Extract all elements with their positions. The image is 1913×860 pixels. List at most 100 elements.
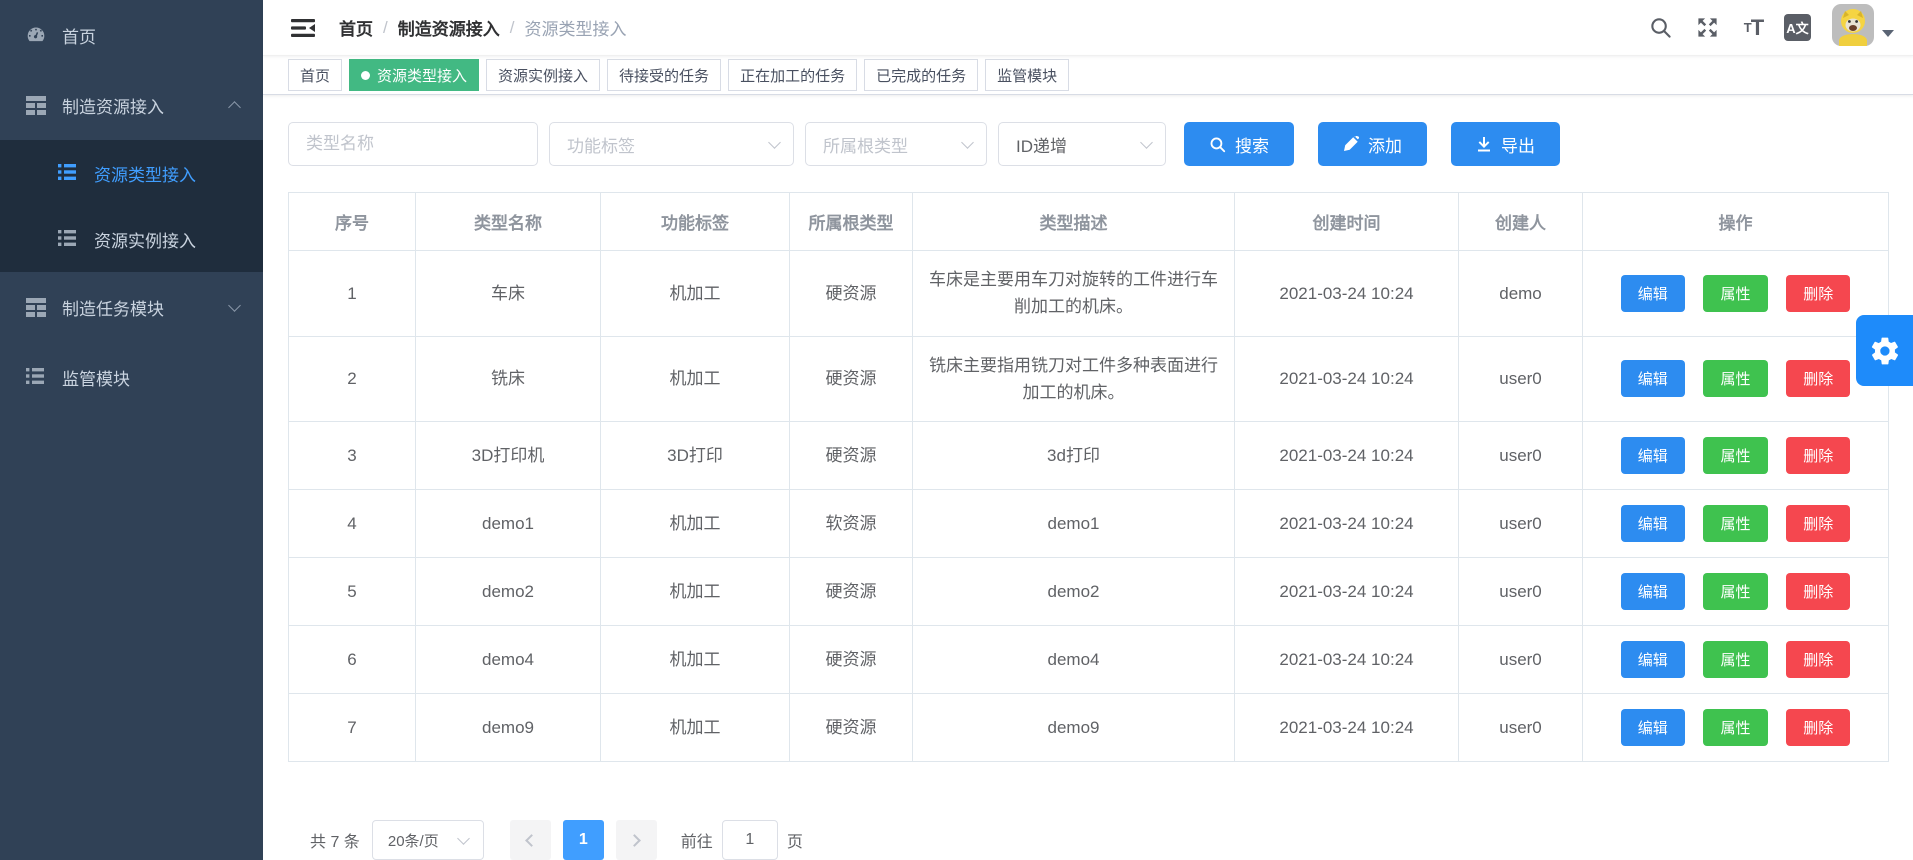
delete-button[interactable]: 删除: [1786, 709, 1850, 746]
goto-page-input[interactable]: [722, 820, 778, 860]
delete-button[interactable]: 删除: [1786, 437, 1850, 474]
delete-button[interactable]: 删除: [1786, 573, 1850, 610]
dashboard-icon: [26, 25, 46, 45]
cell-index: 6: [289, 626, 416, 694]
delete-button[interactable]: 删除: [1786, 505, 1850, 542]
tab-resource-instance-access[interactable]: 资源实例接入: [486, 59, 600, 91]
root-type-select[interactable]: 所属根类型: [805, 122, 987, 166]
tab-pending-tasks[interactable]: 待接受的任务: [607, 59, 721, 91]
page-suffix-label: 页: [787, 828, 803, 852]
select-placeholder: 所属根类型: [823, 132, 908, 157]
search-icon: [1209, 136, 1226, 153]
tab-home[interactable]: 首页: [288, 59, 342, 91]
sidebar: 首页 制造资源接入 资源类型接入 资源实例接入: [0, 0, 263, 860]
breadcrumb-separator: /: [383, 18, 388, 38]
pagination-total: 共 7 条: [310, 828, 360, 852]
delete-button[interactable]: 删除: [1786, 275, 1850, 312]
edit-button[interactable]: 编辑: [1621, 437, 1685, 474]
chevron-down-icon: [457, 832, 470, 845]
filter-toolbar: 功能标签 所属根类型 ID递增 搜索 添加: [288, 122, 1889, 166]
cell-actions: 编辑 属性 删除: [1583, 336, 1889, 421]
sidebar-item-home[interactable]: 首页: [0, 0, 263, 70]
edit-button[interactable]: 编辑: [1621, 573, 1685, 610]
breadcrumb-home[interactable]: 首页: [339, 15, 373, 40]
chevron-down-icon: [768, 136, 781, 149]
breadcrumb-resource-access[interactable]: 制造资源接入: [398, 15, 500, 40]
attribute-button[interactable]: 属性: [1703, 641, 1767, 678]
cell-creator: user0: [1459, 626, 1583, 694]
sidebar-item-supervision-module[interactable]: 监管模块: [0, 342, 263, 412]
edit-button[interactable]: 编辑: [1621, 505, 1685, 542]
column-header-desc: 类型描述: [913, 193, 1235, 251]
column-header-actions: 操作: [1583, 193, 1889, 251]
sidebar-collapse-icon[interactable]: [283, 14, 323, 42]
sort-order-select[interactable]: ID递增: [998, 122, 1166, 166]
page-number-1[interactable]: 1: [563, 820, 604, 860]
table-row: 3 3D打印机 3D打印 硬资源 3d打印 2021-03-24 10:24 u…: [289, 422, 1889, 490]
sidebar-item-resource-type-access[interactable]: 资源类型接入: [0, 140, 263, 206]
attribute-button[interactable]: 属性: [1703, 573, 1767, 610]
edit-button[interactable]: 编辑: [1621, 709, 1685, 746]
tab-processing-tasks[interactable]: 正在加工的任务: [728, 59, 857, 91]
goto-page-group: 前往 页: [681, 820, 803, 860]
function-tag-select[interactable]: 功能标签: [549, 122, 794, 166]
cell-index: 5: [289, 558, 416, 626]
cell-desc: demo2: [913, 558, 1235, 626]
page-size-value: 20条/页: [388, 830, 439, 851]
next-page-button[interactable]: [616, 820, 657, 860]
cell-index: 4: [289, 490, 416, 558]
attribute-button[interactable]: 属性: [1703, 505, 1767, 542]
user-menu[interactable]: [1832, 4, 1894, 51]
chevron-right-icon: [628, 834, 641, 847]
fullscreen-icon[interactable]: [1690, 8, 1724, 48]
attribute-button[interactable]: 属性: [1703, 275, 1767, 312]
sidebar-item-resource-access[interactable]: 制造资源接入: [0, 70, 263, 140]
delete-button[interactable]: 删除: [1786, 641, 1850, 678]
prev-page-button[interactable]: [510, 820, 551, 860]
column-header-root: 所属根类型: [790, 193, 913, 251]
cell-root: 硬资源: [790, 336, 913, 421]
settings-fab-button[interactable]: [1856, 315, 1913, 386]
language-icon[interactable]: A文: [1784, 14, 1811, 41]
cell-root: 硬资源: [790, 251, 913, 336]
table-row: 5 demo2 机加工 硬资源 demo2 2021-03-24 10:24 u…: [289, 558, 1889, 626]
cell-creator: user0: [1459, 694, 1583, 762]
edit-button[interactable]: 编辑: [1621, 641, 1685, 678]
add-button[interactable]: 添加: [1318, 122, 1427, 166]
sidebar-item-resource-instance-access[interactable]: 资源实例接入: [0, 206, 263, 272]
search-button[interactable]: 搜索: [1184, 122, 1294, 166]
attribute-button[interactable]: 属性: [1703, 709, 1767, 746]
cell-name: demo2: [416, 558, 601, 626]
cell-tag: 机加工: [601, 490, 790, 558]
cell-tag: 机加工: [601, 626, 790, 694]
page-size-select[interactable]: 20条/页: [372, 820, 484, 860]
edit-button[interactable]: 编辑: [1621, 275, 1685, 312]
cell-desc: demo9: [913, 694, 1235, 762]
column-header-name: 类型名称: [416, 193, 601, 251]
tab-resource-type-access[interactable]: 资源类型接入: [349, 59, 479, 91]
download-icon: [1476, 136, 1492, 152]
edit-button[interactable]: 编辑: [1621, 360, 1685, 397]
delete-button[interactable]: 删除: [1786, 360, 1850, 397]
list-icon: [26, 367, 46, 387]
tab-completed-tasks[interactable]: 已完成的任务: [864, 59, 978, 91]
table-row: 4 demo1 机加工 软资源 demo1 2021-03-24 10:24 u…: [289, 490, 1889, 558]
export-button[interactable]: 导出: [1451, 122, 1560, 166]
cell-time: 2021-03-24 10:24: [1235, 251, 1459, 336]
font-size-icon[interactable]: TT: [1737, 8, 1771, 48]
type-name-input[interactable]: [288, 122, 538, 166]
chevron-down-icon: [228, 299, 241, 312]
cell-name: demo4: [416, 626, 601, 694]
cell-desc: 3d打印: [913, 422, 1235, 490]
tab-supervision-module[interactable]: 监管模块: [985, 59, 1069, 91]
sidebar-item-task-module[interactable]: 制造任务模块: [0, 272, 263, 342]
cell-creator: demo: [1459, 251, 1583, 336]
cell-name: 3D打印机: [416, 422, 601, 490]
chevron-down-icon: [961, 136, 974, 149]
search-icon[interactable]: [1643, 8, 1677, 48]
cell-name: 铣床: [416, 336, 601, 421]
attribute-button[interactable]: 属性: [1703, 360, 1767, 397]
cell-tag: 机加工: [601, 558, 790, 626]
cell-actions: 编辑 属性 删除: [1583, 251, 1889, 336]
attribute-button[interactable]: 属性: [1703, 437, 1767, 474]
